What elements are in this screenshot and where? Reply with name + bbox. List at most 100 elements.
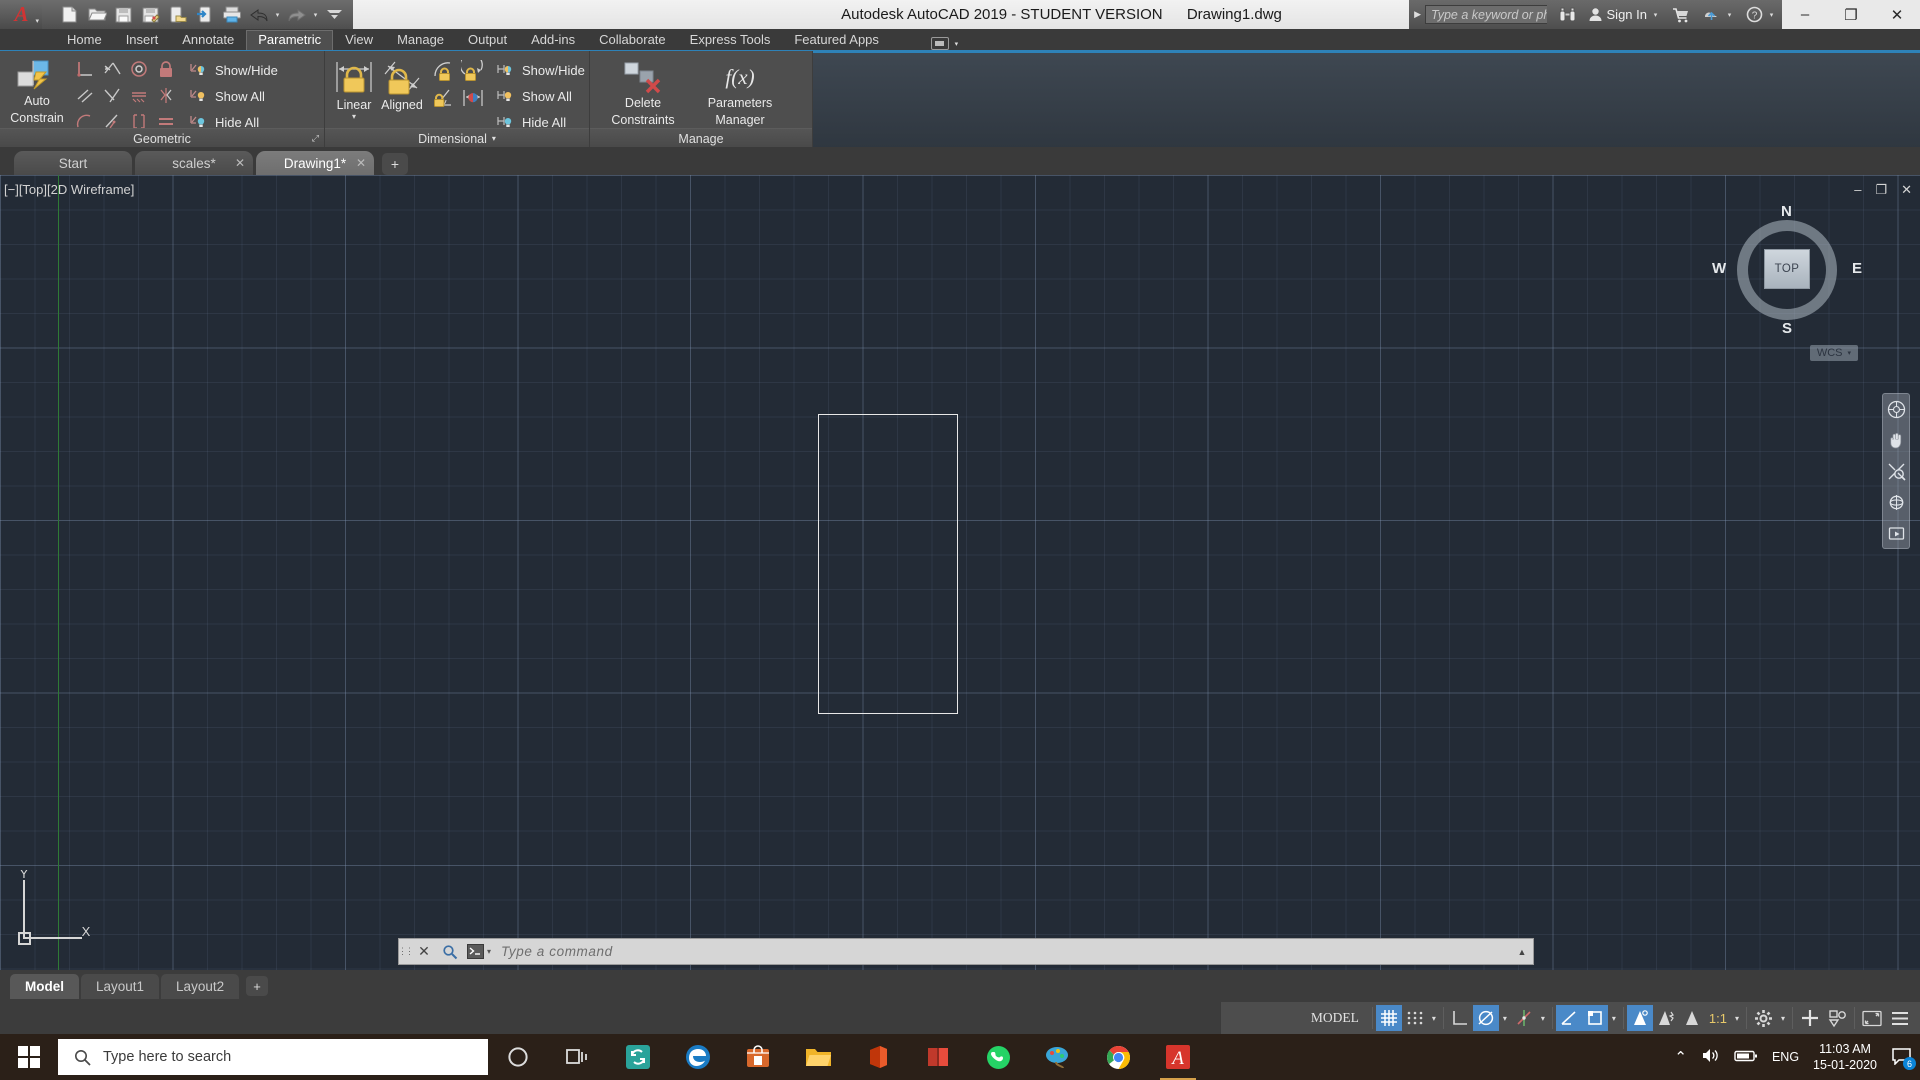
paint-3d-icon[interactable] xyxy=(1028,1034,1088,1080)
symmetric-constraint-icon[interactable] xyxy=(153,83,179,108)
autoscale-toggle[interactable] xyxy=(1653,1005,1679,1031)
annotation-scale-value[interactable]: 1:1 xyxy=(1705,1005,1731,1031)
collinear-constraint-icon[interactable] xyxy=(99,83,125,108)
open-from-web-mobile-button[interactable] xyxy=(165,2,190,27)
chevron-right-icon[interactable]: ▶ xyxy=(1414,9,1421,20)
file-tab-scales[interactable]: scales* ✕ xyxy=(135,151,253,175)
layout-tab-layout2[interactable]: Layout2 xyxy=(161,973,240,999)
view-cube-top-face[interactable]: TOP xyxy=(1764,249,1810,289)
file-tab-start[interactable]: Start xyxy=(14,151,132,175)
chevron-down-icon[interactable]: ▾ xyxy=(492,134,496,143)
ribbon-tab-express-tools[interactable]: Express Tools xyxy=(678,30,783,50)
aligned-dim-constraint-button[interactable]: Aligned xyxy=(377,55,427,113)
linear-dim-dropdown-icon[interactable]: ▾ xyxy=(352,112,356,121)
minimize-button[interactable]: – xyxy=(1782,0,1828,29)
delete-constraints-button[interactable]: Delete Constraints xyxy=(604,55,682,128)
autodesk-store-icon[interactable] xyxy=(1666,0,1696,29)
undo-dropdown-icon[interactable]: ▾ xyxy=(273,11,282,19)
save-as-button[interactable] xyxy=(138,2,163,27)
new-file-button[interactable] xyxy=(57,2,82,27)
sign-in-button[interactable]: Sign In ▾ xyxy=(1582,0,1666,29)
auto-constrain-button[interactable]: Auto Constrain xyxy=(6,55,68,126)
autodesk-account-icon[interactable]: ▾ xyxy=(1696,0,1740,29)
show-hidden-icons-button[interactable]: ⌃ xyxy=(1674,1048,1687,1066)
horizontal-constraint-icon[interactable] xyxy=(72,83,98,108)
book-app-icon[interactable] xyxy=(908,1034,968,1080)
lineweight-dropdown-icon[interactable]: ▾ xyxy=(1608,1014,1620,1023)
ribbon-minimize-icon[interactable] xyxy=(930,37,949,50)
ribbon-tab-output[interactable]: Output xyxy=(456,30,519,50)
osnap-dropdown-icon[interactable]: ▾ xyxy=(1537,1014,1549,1023)
ribbon-tab-annotate[interactable]: Annotate xyxy=(170,30,246,50)
taskbar-search-box[interactable]: Type here to search xyxy=(58,1039,488,1075)
viewport-close-button[interactable]: ✕ xyxy=(1901,182,1912,198)
scale-dropdown-icon[interactable]: ▾ xyxy=(1731,1014,1743,1023)
polar-dropdown-icon[interactable]: ▾ xyxy=(1499,1014,1511,1023)
lineweight-toggle[interactable] xyxy=(1581,1005,1608,1031)
geometric-show-all-button[interactable]: Show All xyxy=(184,84,283,109)
wcs-selector[interactable]: WCS ▾ xyxy=(1809,345,1858,361)
angular-constraint-icon[interactable] xyxy=(430,85,457,110)
viewport-label[interactable]: [−][Top][2D Wireframe] xyxy=(4,182,134,197)
chevron-down-icon[interactable]: ▾ xyxy=(952,40,961,48)
zoom-extents-icon[interactable] xyxy=(1885,461,1907,481)
whatsapp-icon[interactable] xyxy=(968,1034,1028,1080)
full-navigation-wheel-icon[interactable] xyxy=(1885,399,1907,419)
compass-west-label[interactable]: W xyxy=(1712,260,1726,277)
chevron-down-icon[interactable]: ▾ xyxy=(1651,11,1660,19)
microsoft-edge-icon[interactable] xyxy=(668,1034,728,1080)
showmotion-icon[interactable] xyxy=(1885,523,1907,543)
workspace-dropdown-icon[interactable]: ▾ xyxy=(1777,1014,1789,1023)
model-paper-space-toggle[interactable]: MODEL xyxy=(1301,1005,1369,1031)
viewport-minimize-button[interactable]: – xyxy=(1854,182,1861,198)
close-button[interactable]: ✕ xyxy=(1874,0,1920,29)
ribbon-display-options[interactable]: ▾ xyxy=(930,37,961,50)
microsoft-store-icon[interactable] xyxy=(728,1034,788,1080)
maximize-button[interactable]: ❐ xyxy=(1828,0,1874,29)
task-view-icon[interactable] xyxy=(548,1034,608,1080)
ribbon-tab-featured-apps[interactable]: Featured Apps xyxy=(782,30,891,50)
snap-dropdown-icon[interactable]: ▾ xyxy=(1428,1014,1440,1023)
ribbon-tab-manage[interactable]: Manage xyxy=(385,30,456,50)
open-file-button[interactable] xyxy=(84,2,109,27)
volume-icon[interactable] xyxy=(1701,1047,1720,1067)
view-cube[interactable]: TOP N S W E xyxy=(1712,203,1862,337)
command-input[interactable]: Type a command xyxy=(491,944,1511,959)
drawn-rectangle-object[interactable] xyxy=(818,414,958,714)
annotation-visibility-toggle[interactable] xyxy=(1626,1005,1653,1031)
command-line[interactable]: ⋮⋮ ✕ ▾ Type a command ▲ xyxy=(398,938,1534,965)
help-button[interactable]: ? ▾ xyxy=(1740,0,1782,29)
file-tab-drawing1[interactable]: Drawing1* ✕ xyxy=(256,151,374,175)
layout-tab-layout1[interactable]: Layout1 xyxy=(81,973,160,999)
redo-button[interactable] xyxy=(284,2,309,27)
concentric-constraint-icon[interactable] xyxy=(126,57,152,82)
snap-mode-toggle[interactable] xyxy=(1402,1005,1428,1031)
save-to-web-mobile-button[interactable] xyxy=(192,2,217,27)
pan-icon[interactable] xyxy=(1885,430,1907,450)
save-file-button[interactable] xyxy=(111,2,136,27)
ribbon-tab-home[interactable]: Home xyxy=(55,30,114,50)
language-indicator[interactable]: ENG xyxy=(1772,1050,1799,1064)
parameters-manager-button[interactable]: f(x) Parameters Manager xyxy=(696,55,784,128)
chevron-down-icon[interactable]: ▾ xyxy=(35,17,39,25)
new-file-tab-button[interactable]: + xyxy=(382,153,408,175)
close-icon[interactable]: ✕ xyxy=(356,156,366,170)
command-line-grip[interactable]: ⋮⋮ xyxy=(398,938,414,965)
command-line-close-icon[interactable]: ✕ xyxy=(411,938,437,965)
file-explorer-icon[interactable] xyxy=(788,1034,848,1080)
clock[interactable]: 11:03 AM 15-01-2020 xyxy=(1813,1041,1877,1073)
new-layout-button[interactable]: + xyxy=(246,976,269,996)
drawing-viewport[interactable]: [−][Top][2D Wireframe] – ❐ ✕ TOP N S W E… xyxy=(0,175,1920,970)
chevron-down-icon[interactable]: ▾ xyxy=(1725,11,1734,19)
diameter-constraint-icon[interactable] xyxy=(459,58,486,83)
command-line-search-icon[interactable] xyxy=(437,938,463,965)
google-chrome-icon[interactable] xyxy=(1088,1034,1148,1080)
display-grid-toggle[interactable] xyxy=(1375,1005,1402,1031)
redo-dropdown-icon[interactable]: ▾ xyxy=(311,11,320,19)
chevron-down-icon[interactable]: ▾ xyxy=(1767,11,1776,19)
dimensional-show-hide-button[interactable]: Show/Hide xyxy=(491,58,590,83)
isolate-objects-button[interactable] xyxy=(1824,1005,1851,1031)
cortana-icon[interactable] xyxy=(488,1034,548,1080)
object-snap-tracking-toggle[interactable] xyxy=(1511,1005,1537,1031)
polar-tracking-toggle[interactable] xyxy=(1472,1005,1499,1031)
